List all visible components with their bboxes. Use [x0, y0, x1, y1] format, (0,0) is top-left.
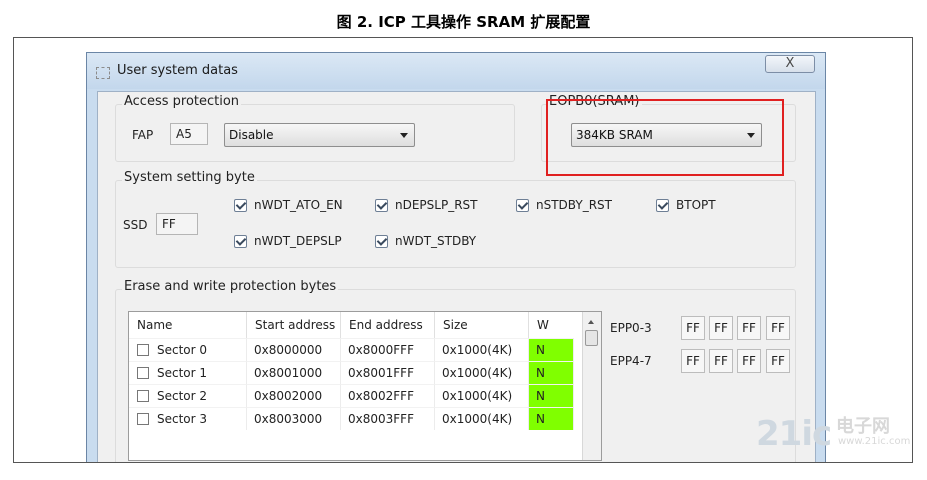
epp6-field[interactable]: FF	[737, 349, 761, 373]
column-header-w[interactable]: W	[529, 312, 584, 338]
sector-name: Sector 2	[157, 389, 208, 403]
w-cell[interactable]: N	[529, 407, 574, 430]
sector-name: Sector 1	[157, 366, 208, 380]
epp4-field[interactable]: FF	[681, 349, 705, 373]
table-row[interactable]: Sector 1	[129, 361, 247, 384]
epp0-field[interactable]: FF	[681, 316, 705, 340]
epp4-7-label: EPP4-7	[610, 354, 652, 368]
column-header-name[interactable]: Name	[129, 312, 247, 338]
table-scrollbar[interactable]	[582, 312, 601, 460]
size-cell: 0x1000(4K)	[435, 384, 529, 407]
row-checkbox[interactable]	[137, 344, 149, 356]
checkbox-nwdt-depslp[interactable]	[234, 235, 247, 248]
start-address-cell: 0x8001000	[247, 361, 341, 384]
sector-table: Name Start address End address Size W Se…	[128, 311, 602, 461]
w-cell[interactable]: N	[529, 384, 574, 407]
eopb0-highlight-box	[546, 99, 784, 176]
fap-value-field[interactable]: A5	[170, 123, 208, 145]
epp1-field[interactable]: FF	[709, 316, 733, 340]
option-label: nDEPSLP_RST	[395, 198, 478, 212]
chevron-down-icon	[400, 133, 408, 138]
option-label: nSTDBY_RST	[536, 198, 612, 212]
start-address-cell: 0x8003000	[247, 407, 341, 430]
start-address-cell: 0x8000000	[247, 338, 341, 361]
fap-label: FAP	[132, 128, 154, 142]
checkbox-ndepslp-rst[interactable]	[375, 199, 388, 212]
end-address-cell: 0x8003FFF	[341, 407, 435, 430]
user-system-datas-window: User system datas X Access protection FA…	[86, 52, 826, 462]
checkbox-nwdt-stdby[interactable]	[375, 235, 388, 248]
row-checkbox[interactable]	[137, 367, 149, 379]
system-setting-label: System setting byte	[122, 170, 257, 185]
column-header-end[interactable]: End address	[341, 312, 435, 338]
figure-title: 图 2. ICP 工具操作 SRAM 扩展配置	[336, 13, 591, 31]
fap-mode-dropdown[interactable]: Disable	[224, 123, 415, 147]
end-address-cell: 0x8001FFF	[341, 361, 435, 384]
end-address-cell: 0x8002FFF	[341, 384, 435, 407]
size-cell: 0x1000(4K)	[435, 361, 529, 384]
epp5-field[interactable]: FF	[709, 349, 733, 373]
option-label: nWDT_ATO_EN	[254, 198, 343, 212]
scroll-thumb[interactable]	[585, 330, 598, 346]
epp2-field[interactable]: FF	[737, 316, 761, 340]
watermark-text: 电子网	[836, 416, 890, 437]
checkbox-nwdt-ato-en[interactable]	[234, 199, 247, 212]
end-address-cell: 0x8000FFF	[341, 338, 435, 361]
sector-name: Sector 3	[157, 412, 208, 426]
system-setting-group	[115, 180, 796, 268]
ssd-label: SSD	[123, 218, 148, 232]
table-row[interactable]: Sector 0	[129, 338, 247, 361]
epp0-3-label: EPP0-3	[610, 321, 652, 335]
close-button[interactable]: X	[765, 55, 815, 73]
row-checkbox[interactable]	[137, 413, 149, 425]
ssd-value-field[interactable]: FF	[156, 213, 198, 235]
sector-name: Sector 0	[157, 343, 208, 357]
w-cell[interactable]: N	[529, 338, 574, 361]
column-header-start[interactable]: Start address	[247, 312, 341, 338]
dialog-client-area: Access protection FAP A5 Disable EOPB0(S…	[97, 91, 816, 462]
watermark-url: www.21ic.com	[838, 436, 911, 447]
window-titlebar: User system datas X	[87, 53, 825, 89]
size-cell: 0x1000(4K)	[435, 338, 529, 361]
scroll-up-arrow-icon[interactable]	[588, 320, 594, 324]
app-icon	[96, 67, 110, 79]
erase-write-label: Erase and write protection bytes	[122, 279, 339, 294]
table-row[interactable]: Sector 3	[129, 407, 247, 430]
epp7-field[interactable]: FF	[766, 349, 790, 373]
option-label: BTOPT	[676, 198, 716, 212]
column-header-size[interactable]: Size	[435, 312, 529, 338]
size-cell: 0x1000(4K)	[435, 407, 529, 430]
site-watermark: 21ic 电子网 www.21ic.com	[756, 410, 910, 456]
checkbox-nstdby-rst[interactable]	[516, 199, 529, 212]
option-label: nWDT_STDBY	[395, 234, 477, 248]
fap-mode-value: Disable	[229, 128, 274, 142]
start-address-cell: 0x8002000	[247, 384, 341, 407]
checkbox-btopt[interactable]	[656, 199, 669, 212]
option-label: nWDT_DEPSLP	[254, 234, 342, 248]
row-checkbox[interactable]	[137, 390, 149, 402]
figure-frame: User system datas X Access protection FA…	[13, 37, 913, 463]
window-title: User system datas	[117, 63, 238, 78]
w-cell[interactable]: N	[529, 361, 574, 384]
access-protection-label: Access protection	[122, 94, 242, 109]
table-row[interactable]: Sector 2	[129, 384, 247, 407]
epp3-field[interactable]: FF	[766, 316, 790, 340]
watermark-logo: 21ic	[756, 414, 832, 454]
